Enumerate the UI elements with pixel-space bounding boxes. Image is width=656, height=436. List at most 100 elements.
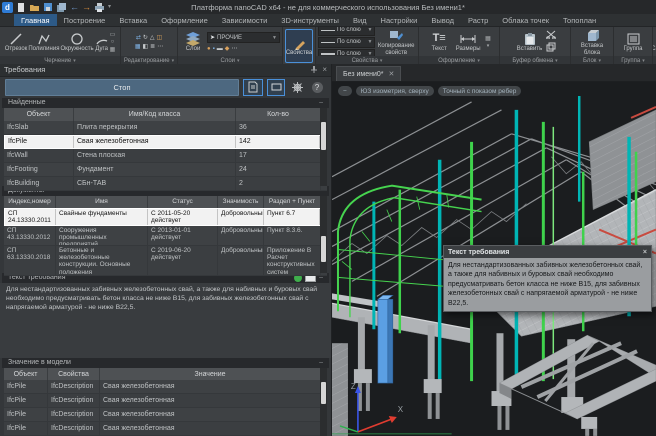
viewport-visual-style-control[interactable]: Точный с показом ребер [438, 86, 522, 96]
polyline-button[interactable]: Полилиния [28, 31, 59, 52]
popup-header[interactable]: Текст требования × [444, 246, 651, 258]
print-icon[interactable] [94, 2, 105, 13]
collapse-icon: ‒ [319, 99, 323, 106]
ribbon-group-edit: ⇄ ↻ △ ◫ ▦ ◧ ≣ ⋯ Редактирование▾ [121, 27, 178, 65]
tab-3d-instrumenty[interactable]: 3D-инструменты [274, 14, 346, 26]
more-edit-icon: ⋯ [157, 43, 163, 50]
tab-oblaka-tochek[interactable]: Облака точек [495, 14, 556, 26]
close-icon[interactable]: × [322, 65, 327, 74]
ellipse-icon: ○ [111, 39, 115, 45]
linetype-select[interactable]: По слою▼ [318, 37, 375, 48]
value-row[interactable]: IfcPileIfcDescriptionСвая железобетонная [4, 408, 327, 422]
documents-scrollbar[interactable] [320, 196, 327, 273]
viewport-view-control[interactable]: ЮЗ изометрия, сверху [356, 86, 434, 96]
model-values-scrollbar[interactable] [320, 368, 327, 436]
layer-state-tools[interactable]: ● ▪ ▬ ◆ ⋯ [207, 45, 280, 52]
section-model-values[interactable]: Значение в модели‒ [2, 358, 329, 368]
value-row[interactable]: IfcPileIfcDescriptionСвая железобетонная [4, 394, 327, 408]
edit-tools-row2[interactable]: ▦ ◧ ≣ ⋯ [135, 43, 163, 50]
document-row-selected[interactable]: СП 24.13330.2011Свайные фундаментыС 2011… [4, 208, 327, 226]
color-select[interactable]: По слою▼ [318, 27, 375, 36]
dimensions-button[interactable]: Размеры [452, 31, 484, 52]
tab-vid[interactable]: Вид [346, 14, 374, 26]
tab-topoplan[interactable]: Топоплан [556, 14, 603, 26]
properties-palette-toggle[interactable]: Свойства [285, 29, 313, 63]
clipboard-extra[interactable] [546, 30, 556, 54]
found-row[interactable]: IfcFootingФундамент24 [4, 163, 327, 177]
report-button[interactable] [243, 79, 263, 96]
found-table: Объект Имя/Код класса Кол-во IfcSlabПлит… [4, 108, 327, 186]
qat-dropdown-icon[interactable]: ▾ [108, 2, 111, 12]
popup-close-icon[interactable]: × [643, 249, 647, 256]
chevron-down-icon: ▼ [272, 35, 277, 41]
group-icon [627, 31, 640, 46]
layers-button[interactable]: Слои [180, 31, 206, 52]
tab-nastroyki[interactable]: Настройки [374, 14, 425, 26]
settings-button[interactable] [289, 79, 305, 96]
select-area-button[interactable] [267, 79, 285, 96]
tab-postroenie[interactable]: Построение [57, 14, 113, 26]
gear-icon [292, 82, 303, 93]
stop-button[interactable]: Стоп [5, 79, 239, 96]
copy-properties-icon [389, 28, 403, 43]
new-document-icon[interactable] [16, 2, 26, 13]
document-tab[interactable]: Без имени0* ✕ [336, 66, 401, 81]
tab-oformlenie[interactable]: Оформление [154, 14, 215, 26]
found-row-selected[interactable]: IfcPileСвая железобетонная142 [4, 135, 327, 149]
circle-button[interactable]: Окружность [60, 31, 93, 52]
section-found[interactable]: Найденные‒ [2, 98, 329, 108]
found-row[interactable]: IfcSlabПлита перекрытия36 [4, 121, 327, 135]
copy-properties-button[interactable]: Копирование свойств [376, 28, 416, 56]
close-tab-icon[interactable]: ✕ [389, 70, 395, 78]
pin-icon[interactable] [310, 65, 318, 75]
viewport-minimize-control[interactable]: − [338, 86, 352, 96]
redo-icon[interactable]: → [82, 2, 91, 12]
tab-vstavka[interactable]: Вставка [112, 14, 154, 26]
tab-zavisimosti[interactable]: Зависимости [215, 14, 275, 26]
edit-tools-row1[interactable]: ⇄ ↻ △ ◫ [136, 34, 162, 41]
tab-glavnaya[interactable]: Главная [14, 14, 57, 26]
documents-table: Индекс,номер Имя Статус Значимость Разде… [4, 196, 327, 273]
col-object[interactable]: Объект [4, 108, 74, 121]
save-icon[interactable] [43, 2, 53, 13]
tab-vyvod[interactable]: Вывод [424, 14, 461, 26]
value-row[interactable]: IfcPileIfcDescriptionСвая железобетонная [4, 380, 327, 394]
found-scrollbar[interactable] [320, 108, 327, 186]
group-button[interactable]: Группа [616, 31, 650, 52]
rotate-icon: ↻ [143, 34, 148, 41]
layer-freeze-icon: ▪ [213, 46, 215, 52]
paste-button[interactable]: Вставить [515, 31, 545, 52]
col-name[interactable]: Имя/Код класса [74, 108, 236, 121]
open-folder-icon[interactable] [29, 2, 40, 13]
insert-block-button[interactable]: Вставка блока [573, 28, 611, 56]
tab-rastr[interactable]: Растр [461, 14, 495, 26]
selected-pile[interactable] [378, 295, 393, 383]
line-button[interactable]: Отрезок [5, 31, 28, 52]
copy-icon [546, 42, 556, 54]
found-row[interactable]: IfcWallСтена плоская17 [4, 149, 327, 163]
col-count[interactable]: Кол-во [236, 108, 321, 121]
undo-icon[interactable]: ← [70, 2, 79, 12]
viewport[interactable]: − ЮЗ изометрия, сверху Точный с показом … [332, 82, 656, 436]
rectangle-icon: ▭ [110, 31, 116, 38]
requirement-popup: Текст требования × Для нестандартизованн… [443, 245, 652, 312]
draw-extra-tools[interactable]: ▭ ○ ▦ [110, 31, 116, 53]
document-row[interactable]: СП 63.13330.2018Бетонные и железобетонны… [4, 246, 327, 276]
document-row[interactable]: СП 43.13330.2012Сооружения промышленных … [4, 226, 327, 246]
app-logo-icon[interactable]: d [2, 2, 13, 13]
dimension-icon [459, 31, 477, 46]
table-tool[interactable]: ▦ ▾ [485, 35, 491, 49]
help-button[interactable]: ? [309, 79, 325, 96]
arc-button[interactable]: Дуга [95, 31, 109, 52]
value-row[interactable]: IfcPileIfcDescriptionСвая железобетонная [4, 422, 327, 436]
title-bar: d ← → ▾ Платформа nanoCAD x64 - не для к… [0, 0, 656, 14]
save-all-icon[interactable] [56, 2, 67, 13]
text-button[interactable]: T≡ Текст [427, 31, 451, 52]
lineweight-select[interactable]: По слою▼ [318, 49, 375, 57]
color-swatch [321, 30, 335, 31]
hatch-icon: ▦ [110, 46, 116, 53]
found-row[interactable]: IfcBuildingСБн-ТАВ2 [4, 177, 327, 191]
layer-select[interactable]: ➤ ПРОЧИЕ ▼ [207, 32, 280, 43]
model-values-table: Объект Свойства Значение IfcPileIfcDescr… [4, 368, 327, 436]
ribbon-group-properties-toggle: Свойства [283, 27, 316, 65]
